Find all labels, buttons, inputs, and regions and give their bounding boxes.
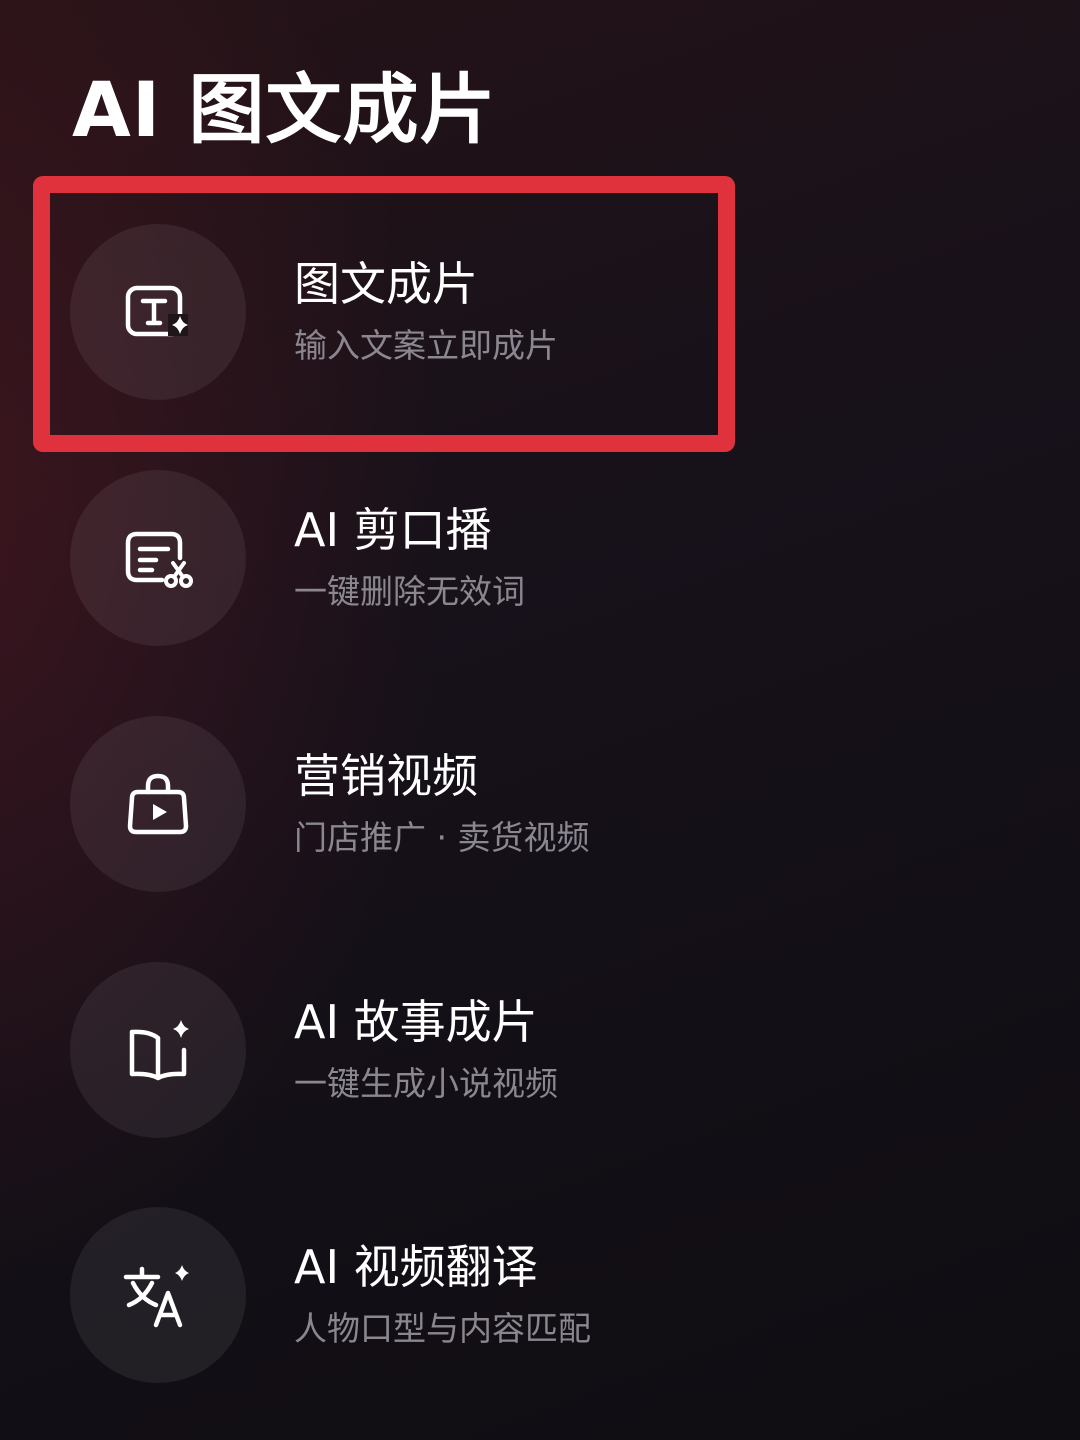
menu-item-description: 一键删除无效词 [294,572,525,611]
menu-item-label: AI 视频翻译 [294,1240,538,1294]
feature-menu: 图文成片 输入文案立即成片 AI 剪口播 一键删除无效词 营销视频 门店推广 ·… [0,0,1080,1440]
menu-item-description: 一键生成小说视频 [294,1064,558,1103]
menu-item-description: 门店推广 · 卖货视频 [294,818,590,857]
translate-icon [123,1265,189,1328]
icon-circle [70,962,246,1138]
text-scissors-icon [125,531,193,588]
menu-item-ai-translate[interactable]: AI 视频翻译 人物口型与内容匹配 [70,1207,710,1383]
menu-item-marketing-video[interactable]: 营销视频 门店推广 · 卖货视频 [70,716,710,892]
menu-item-description: 人物口型与内容匹配 [294,1309,591,1348]
book-sparkle-icon [129,1020,189,1081]
menu-item-ai-cut[interactable]: AI 剪口播 一键删除无效词 [70,470,710,646]
menu-item-label: 营销视频 [294,749,478,803]
icon-circle [70,716,246,892]
icon-circle [70,1207,246,1383]
menu-item-description: 输入文案立即成片 [294,326,558,365]
menu-item-label: 图文成片 [294,257,478,311]
icon-circle [70,470,246,646]
text-sparkle-icon [125,285,188,337]
icon-circle [70,224,246,400]
shopping-bag-play-icon [127,773,189,835]
menu-item-ai-story[interactable]: AI 故事成片 一键生成小说视频 [70,962,710,1138]
menu-item-label: AI 故事成片 [294,995,538,1049]
menu-item-label: AI 剪口播 [294,503,492,557]
menu-item-text-to-video[interactable]: 图文成片 输入文案立即成片 [70,224,710,400]
